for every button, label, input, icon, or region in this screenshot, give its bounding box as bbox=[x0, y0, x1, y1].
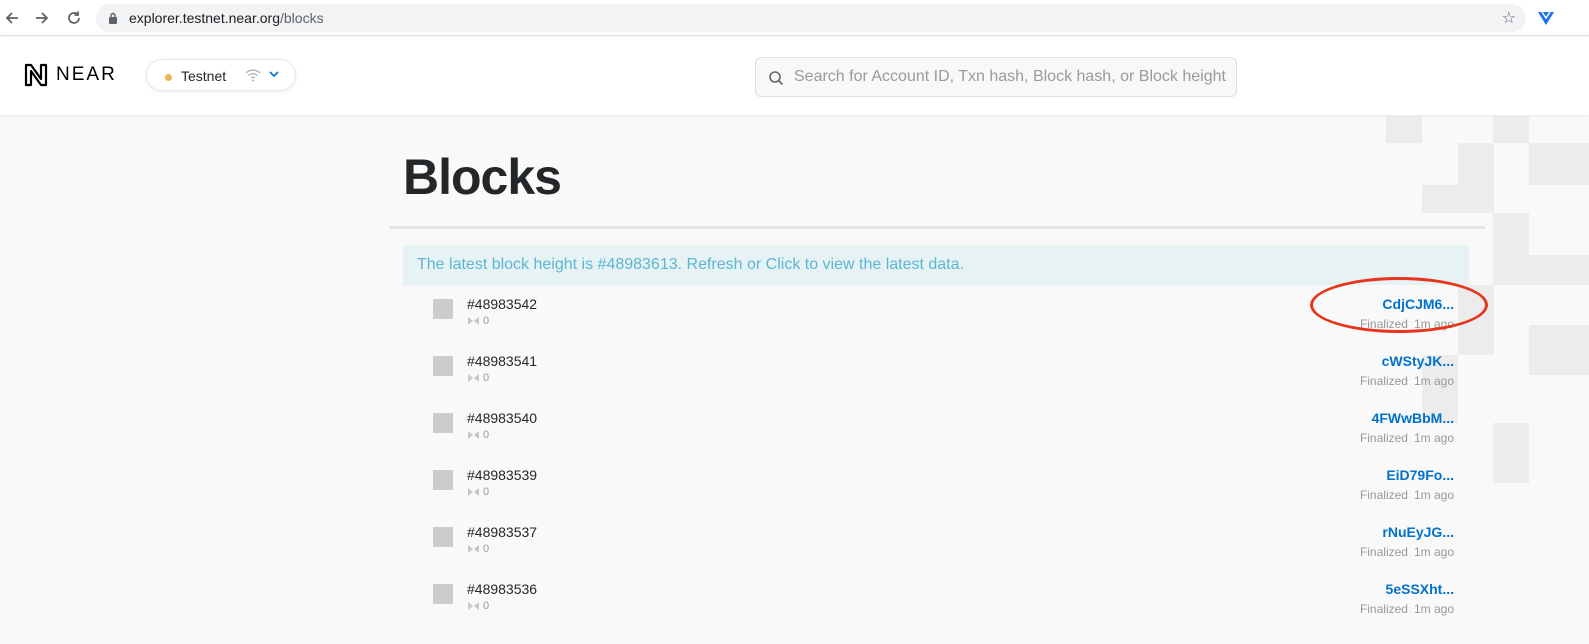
tx-count-value: 0 bbox=[483, 315, 490, 327]
block-avatar bbox=[433, 413, 453, 433]
block-tx-count: 0 bbox=[467, 600, 489, 612]
tx-count-value: 0 bbox=[483, 372, 490, 384]
tx-count-value: 0 bbox=[483, 486, 490, 498]
transaction-icon bbox=[468, 545, 479, 553]
block-tx-count: 0 bbox=[467, 429, 489, 441]
transaction-icon bbox=[468, 431, 479, 439]
wifi-icon bbox=[245, 69, 261, 82]
network-label: Testnet bbox=[181, 68, 227, 84]
block-row[interactable]: #48983536 0 5eSSXht... Finalized 1m ago bbox=[403, 577, 1469, 634]
url-text: explorer.testnet.near.org/blocks bbox=[129, 10, 324, 26]
block-hash-link[interactable]: 5eSSXht... bbox=[1386, 581, 1454, 597]
block-avatar bbox=[433, 470, 453, 490]
page-title: Blocks bbox=[403, 149, 562, 205]
browser-toolbar: explorer.testnet.near.org/blocks ☆ bbox=[0, 0, 1589, 36]
block-height[interactable]: #48983539 bbox=[467, 467, 537, 483]
block-height[interactable]: #48983541 bbox=[467, 353, 537, 369]
latest-block-banner[interactable]: The latest block height is #48983613. Re… bbox=[403, 245, 1469, 285]
block-status: Finalized 1m ago bbox=[1360, 317, 1454, 331]
search-input[interactable] bbox=[794, 58, 1234, 96]
extension-icon[interactable] bbox=[1536, 8, 1556, 28]
block-status: Finalized 1m ago bbox=[1360, 431, 1454, 445]
lock-icon bbox=[109, 12, 117, 24]
block-tx-count: 0 bbox=[467, 315, 489, 327]
reload-icon[interactable] bbox=[62, 6, 86, 30]
finality-status: Finalized bbox=[1359, 374, 1408, 388]
transaction-icon bbox=[468, 374, 479, 382]
block-avatar bbox=[433, 527, 453, 547]
block-height[interactable]: #48983542 bbox=[467, 296, 537, 312]
block-hash-link[interactable]: cWStyJK... bbox=[1382, 353, 1454, 369]
block-row[interactable]: #48983542 0 CdjCJM6... Finalized 1m ago bbox=[403, 292, 1469, 349]
block-tx-count: 0 bbox=[467, 543, 489, 555]
block-height[interactable]: #48983540 bbox=[467, 410, 537, 426]
block-age: 1m ago bbox=[1413, 317, 1454, 331]
block-avatar bbox=[433, 356, 453, 376]
block-tx-count: 0 bbox=[467, 486, 489, 498]
block-height[interactable]: #48983537 bbox=[467, 524, 537, 540]
address-bar[interactable]: explorer.testnet.near.org/blocks ☆ bbox=[96, 4, 1526, 32]
block-hash-link[interactable]: EiD79Fo... bbox=[1386, 467, 1454, 483]
block-avatar bbox=[433, 299, 453, 319]
block-row[interactable]: #48983540 0 4FWwBbM... Finalized 1m ago bbox=[403, 406, 1469, 463]
block-age: 1m ago bbox=[1413, 374, 1454, 388]
network-selector[interactable]: Testnet bbox=[146, 59, 296, 91]
url-path: /blocks bbox=[280, 10, 324, 26]
back-icon[interactable] bbox=[0, 6, 24, 30]
block-hash-link[interactable]: CdjCJM6... bbox=[1382, 296, 1454, 312]
block-row[interactable]: #48983541 0 cWStyJK... Finalized 1m ago bbox=[403, 349, 1469, 406]
finality-status: Finalized bbox=[1359, 317, 1408, 331]
tx-count-value: 0 bbox=[483, 429, 490, 441]
near-wordmark[interactable]: NEAR bbox=[56, 64, 117, 86]
near-logo-icon[interactable] bbox=[24, 63, 48, 87]
block-status: Finalized 1m ago bbox=[1360, 374, 1454, 388]
network-status-dot bbox=[165, 74, 172, 81]
finality-status: Finalized bbox=[1359, 431, 1408, 445]
transaction-icon bbox=[468, 317, 479, 325]
finality-status: Finalized bbox=[1359, 545, 1408, 559]
block-status: Finalized 1m ago bbox=[1360, 488, 1454, 502]
transaction-icon bbox=[468, 488, 479, 496]
block-row[interactable]: #48983539 0 EiD79Fo... Finalized 1m ago bbox=[403, 463, 1469, 520]
search-box[interactable] bbox=[755, 57, 1237, 97]
app-header: NEAR Testnet bbox=[0, 37, 1589, 115]
block-tx-count: 0 bbox=[467, 372, 489, 384]
block-age: 1m ago bbox=[1413, 545, 1454, 559]
tx-count-value: 0 bbox=[483, 543, 490, 555]
block-avatar bbox=[433, 584, 453, 604]
bookmark-star-icon[interactable]: ☆ bbox=[1502, 8, 1516, 28]
block-age: 1m ago bbox=[1413, 488, 1454, 502]
finality-status: Finalized bbox=[1359, 602, 1408, 616]
block-status: Finalized 1m ago bbox=[1360, 545, 1454, 559]
block-hash-link[interactable]: rNuEyJG... bbox=[1382, 524, 1454, 540]
finality-status: Finalized bbox=[1359, 488, 1408, 502]
block-row[interactable]: #48983537 0 rNuEyJG... Finalized 1m ago bbox=[403, 520, 1469, 577]
block-age: 1m ago bbox=[1413, 602, 1454, 616]
url-host: explorer.testnet.near.org bbox=[129, 10, 280, 26]
block-hash-link[interactable]: 4FWwBbM... bbox=[1372, 410, 1454, 426]
search-icon bbox=[769, 71, 784, 86]
block-height[interactable]: #48983536 bbox=[467, 581, 537, 597]
block-age: 1m ago bbox=[1413, 431, 1454, 445]
transaction-icon bbox=[468, 602, 479, 610]
forward-icon[interactable] bbox=[30, 6, 54, 30]
title-divider bbox=[389, 226, 1485, 229]
tx-count-value: 0 bbox=[483, 600, 490, 612]
block-status: Finalized 1m ago bbox=[1360, 602, 1454, 616]
chevron-down-icon bbox=[269, 71, 279, 78]
